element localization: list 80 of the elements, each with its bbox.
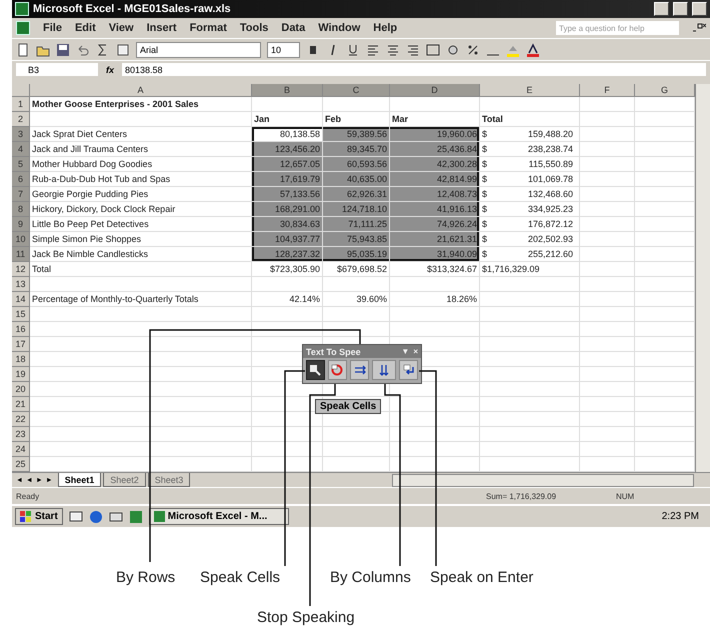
table-cell: Jack and Jill Trauma Centers — [30, 142, 252, 157]
sheet-title: Mother Goose Enterprises - 2001 Sales — [30, 97, 252, 112]
currency-sign: $ — [482, 234, 488, 244]
table-cell: 123,456.20 — [252, 142, 323, 157]
table-cell: 75,943.85 — [323, 232, 390, 247]
table-cell: Percentage of Monthly-to-Quarterly Totals — [30, 292, 252, 307]
table-cell: 19,960.06 — [390, 127, 480, 142]
table-cell: Little Bo Peep Pet Detectives — [30, 217, 252, 232]
callout-label: By Rows — [116, 569, 176, 586]
currency-sign: $ — [482, 174, 488, 184]
table-cell: Jack Sprat Diet Centers — [30, 127, 252, 142]
table-cell: 31,940.09 — [390, 247, 480, 262]
table-cell: 40,635.00 — [323, 172, 390, 187]
toolbar-title: Text To Spee — [306, 346, 362, 356]
column-heading: Feb — [323, 112, 390, 127]
table-cell: 71,111.25 — [323, 217, 390, 232]
table-cell: 25,436.84 — [390, 142, 480, 157]
table-cell: 42,814.99 — [390, 172, 480, 187]
currency-sign: $ — [482, 144, 488, 154]
num-lock-indicator: NUM — [616, 492, 636, 500]
table-cell: 17,619.79 — [252, 172, 323, 187]
currency-sign: $ — [482, 249, 488, 259]
column-heading: Total — [482, 114, 503, 124]
currency-sign: $ — [482, 159, 488, 169]
table-cell: 12,657.05 — [252, 157, 323, 172]
table-cell: Georgie Porgie Pudding Pies — [30, 187, 252, 202]
callout-label: By Columns — [330, 569, 411, 586]
table-cell: 30,834.63 — [252, 217, 323, 232]
table-cell: 124,718.10 — [323, 202, 390, 217]
callout-label: Speak Cells — [200, 569, 280, 586]
status-text: Ready — [16, 492, 40, 500]
table-cell: 334,925.23 — [528, 204, 573, 214]
table-cell: 168,291.00 — [252, 202, 323, 217]
table-cell: 41,916.13 — [390, 202, 480, 217]
currency-sign: $ — [482, 129, 488, 139]
table-cell: 57,133.56 — [252, 187, 323, 202]
table-cell: 89,345.70 — [323, 142, 390, 157]
currency-sign: $ — [482, 189, 488, 199]
table-cell: 238,238.74 — [528, 144, 573, 154]
table-cell: 74,926.24 — [390, 217, 480, 232]
table-cell: 202,502.93 — [528, 234, 573, 244]
table-cell: Jack Be Nimble Candlesticks — [30, 247, 252, 262]
column-heading: Jan — [252, 112, 323, 127]
table-cell: 62,926.31 — [323, 187, 390, 202]
table-cell: $679,698.52 — [323, 262, 390, 277]
table-cell: 95,035.19 — [323, 247, 390, 262]
table-cell: Total — [30, 262, 252, 277]
currency-sign: $ — [482, 204, 488, 214]
clock: 2:23 PM — [660, 511, 700, 522]
table-cell: 128,237.32 — [252, 247, 323, 262]
callout-label: Speak on Enter — [430, 569, 534, 586]
currency-sign: $ — [482, 219, 488, 229]
table-cell: 132,468.60 — [528, 189, 573, 199]
table-cell: 115,550.89 — [528, 159, 573, 169]
table-cell: 101,069.78 — [528, 174, 573, 184]
table-cell: 42,300.28 — [390, 157, 480, 172]
sum-readout: Sum= 1,716,329.09 — [486, 492, 558, 500]
table-cell: Rub-a-Dub-Dub Hot Tub and Spas — [30, 172, 252, 187]
table-cell: 18.26% — [390, 292, 480, 307]
table-cell: 159,488.20 — [528, 129, 573, 139]
table-cell: 80,138.58 — [252, 127, 323, 142]
table-cell: Mother Hubbard Dog Goodies — [30, 157, 252, 172]
table-cell: 12,408.73 — [390, 187, 480, 202]
table-cell: 60,593.56 — [323, 157, 390, 172]
table-cell: 21,621.31 — [390, 232, 480, 247]
table-cell: Hickory, Dickory, Dock Clock Repair — [30, 202, 252, 217]
column-heading: Mar — [390, 112, 480, 127]
table-cell: 104,937.77 — [252, 232, 323, 247]
table-cell: 255,212.60 — [528, 249, 573, 259]
table-cell: $313,324.67 — [390, 262, 480, 277]
callout-label: Stop Speaking — [257, 609, 355, 626]
table-cell: 42.14% — [252, 292, 323, 307]
table-cell: 39.60% — [323, 292, 390, 307]
table-cell: 176,872.12 — [528, 219, 573, 229]
table-cell: $1,716,329.09 — [482, 264, 540, 274]
tooltip: Speak Cells — [315, 399, 382, 414]
table-cell: $723,305.90 — [252, 262, 323, 277]
table-cell: Simple Simon Pie Shoppes — [30, 232, 252, 247]
window-title: Microsoft Excel - MGE01Sales-raw.xls — [33, 3, 232, 15]
table-cell: 59,389.56 — [323, 127, 390, 142]
